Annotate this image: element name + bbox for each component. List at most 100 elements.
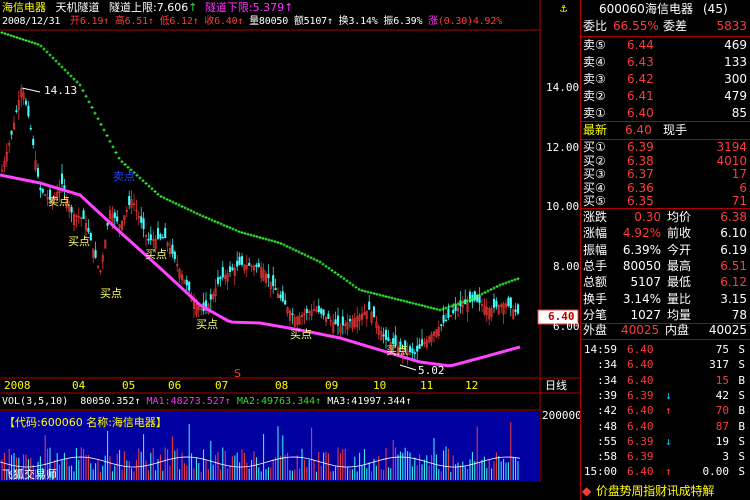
- vol-value: 80050.352: [80, 396, 135, 407]
- waipan-row: 外盘 40025 内盘 40025: [581, 322, 750, 339]
- sell-level-vol: 133: [724, 55, 747, 69]
- upper-value: 7.606: [156, 1, 189, 14]
- ma1-label: MA1:: [146, 396, 171, 407]
- waipan-label: 外盘: [583, 323, 608, 337]
- x-tick: 2008: [4, 379, 31, 392]
- stat-value: 6.51: [720, 258, 747, 273]
- buy-level-vol: 3194: [716, 140, 747, 154]
- panel-nav-bar[interactable]: ◆ 价 盘 势 周 指 财 讯 成 特 解: [580, 482, 750, 500]
- buy-level-price: 6.38: [627, 153, 654, 168]
- tunnel-lower-band: [0, 173, 521, 368]
- panel-code: 600060: [599, 2, 645, 16]
- sell-level-label: 卖④: [583, 55, 606, 69]
- panel-name: 海信电器: [645, 2, 694, 16]
- period-button[interactable]: 日线: [545, 380, 567, 392]
- stat-label: 总额: [583, 275, 608, 290]
- stat-value: 78: [731, 307, 747, 322]
- stat-value: 6.38: [720, 210, 747, 224]
- stat-row: 总手 80050 最高 6.51: [581, 258, 750, 274]
- tick-bs: S: [738, 450, 745, 464]
- sell-level-row: 卖⑤ 6.44 469: [581, 37, 750, 54]
- sell-level-label: 卖②: [583, 89, 606, 103]
- latest-value: 6.40: [625, 123, 652, 137]
- panel-rank: (45): [703, 2, 728, 16]
- tick-bs: S: [738, 465, 745, 479]
- tick-row: :42 6.40 ↑ 70 B: [581, 403, 750, 419]
- tick-row: 15:00 6.40 ↑ 0.00 S: [581, 464, 750, 480]
- sell-level-vol: 469: [724, 38, 747, 52]
- tick-vol: 75: [715, 343, 729, 356]
- current-price-tag: 6.40: [548, 310, 575, 323]
- turnover-value: 3.14%: [348, 16, 378, 27]
- volume-label: 量: [249, 16, 259, 27]
- tick-time: 15:00: [583, 465, 617, 479]
- stat-row: 涨幅 4.92% 前收 6.10: [581, 225, 750, 241]
- stat-label: 振幅: [583, 242, 608, 257]
- y-tick: 12.00: [546, 141, 580, 154]
- tick-arrow: ↑: [665, 404, 672, 418]
- sell-level-vol: 300: [724, 72, 747, 86]
- tick-vol: 3: [722, 450, 729, 464]
- stat-label: 最低: [667, 275, 692, 290]
- weibi-value: 66.55%: [613, 19, 659, 33]
- high-annotation: 14.13: [44, 84, 78, 97]
- stat-row: 分笔 1027 均量 78: [581, 307, 750, 323]
- sell-level-label: 卖①: [583, 106, 606, 120]
- tick-vol: 19: [715, 434, 729, 448]
- indicator-name[interactable]: 天机隧道: [56, 1, 100, 14]
- xianshou-label: 现手: [663, 123, 688, 137]
- nav-tabs[interactable]: 价 盘 势 周 指 财 讯 成 特 解: [596, 482, 714, 500]
- x-tick: 06: [168, 379, 182, 392]
- tunnel-upper-band: [0, 31, 520, 312]
- sell-level-price: 6.40: [627, 106, 654, 120]
- tick-price: 6.40: [627, 419, 654, 433]
- price-chart[interactable]: 卖点 卖点 买点 买点 买点 买点 买点 买点 S: [0, 0, 580, 482]
- sell-level-label: 卖③: [583, 72, 606, 86]
- tick-bs: S: [738, 434, 745, 448]
- buy-signal: 买点: [145, 248, 167, 261]
- tick-bs: B: [738, 419, 745, 433]
- tick-price: 6.40: [627, 404, 654, 418]
- brand-label: 飞狐交易师: [2, 468, 57, 481]
- x-tick: 08: [275, 379, 289, 392]
- buy-level-row: 买⑤ 6.35 71: [581, 194, 750, 208]
- weicha-label: 委差: [663, 19, 688, 33]
- buy-level-row: 买① 6.39 3194: [581, 140, 750, 154]
- sell-level-price: 6.44: [627, 38, 654, 52]
- anchor-icon[interactable]: ⚓: [560, 2, 567, 14]
- tick-row: :48 6.40 87 B: [581, 419, 750, 435]
- tick-bs: B: [738, 404, 745, 418]
- open-label: 开: [70, 16, 80, 27]
- lower-value: 5.379: [252, 1, 285, 14]
- stat-label: 最高: [667, 258, 692, 273]
- buy-level-row: 买④ 6.36 6: [581, 181, 750, 195]
- buy-level-label: 买③: [583, 167, 606, 182]
- tick-time: :55: [597, 434, 617, 448]
- tick-bs: B: [738, 373, 745, 387]
- stat-label: 量比: [667, 291, 692, 306]
- stock-name: 海信电器: [2, 1, 46, 14]
- stat-value: 80050: [622, 258, 661, 273]
- latest-row: 最新 6.40 现手: [581, 122, 750, 139]
- upper-label: 隧道上限:: [109, 1, 157, 14]
- stat-row: 总额 5107 最低 6.12: [581, 274, 750, 290]
- tick-time: :34: [597, 373, 617, 387]
- buy-level-label: 买④: [583, 180, 606, 195]
- stock-info-label: 【代码:600060 名称:海信电器】: [4, 416, 167, 429]
- stat-value: 1027: [630, 307, 661, 322]
- stat-value: 3.14%: [622, 291, 661, 306]
- high-value: 6.51: [124, 16, 148, 27]
- tick-time: 14:59: [583, 343, 617, 356]
- vol-title: VOL(3,5,10): [2, 396, 69, 407]
- tick-vol: 0.00: [702, 465, 730, 479]
- signal-markers: 卖点 卖点 买点 买点 买点 买点 买点 买点 S: [48, 170, 408, 380]
- open-value: 6.19: [79, 16, 104, 27]
- tick-price: 6.40: [627, 373, 654, 387]
- nav-icon[interactable]: ◆: [582, 482, 591, 500]
- tick-price: 6.40: [627, 358, 654, 372]
- sell-level-label: 卖⑤: [583, 38, 606, 52]
- quote-panel: 600060 海信电器 (45) 委比 66.55% 委差 5833 卖⑤ 6.…: [580, 0, 750, 500]
- y-tick: 10.00: [546, 200, 580, 213]
- stat-label: 前收: [667, 226, 692, 241]
- x-tick: 09: [325, 379, 339, 392]
